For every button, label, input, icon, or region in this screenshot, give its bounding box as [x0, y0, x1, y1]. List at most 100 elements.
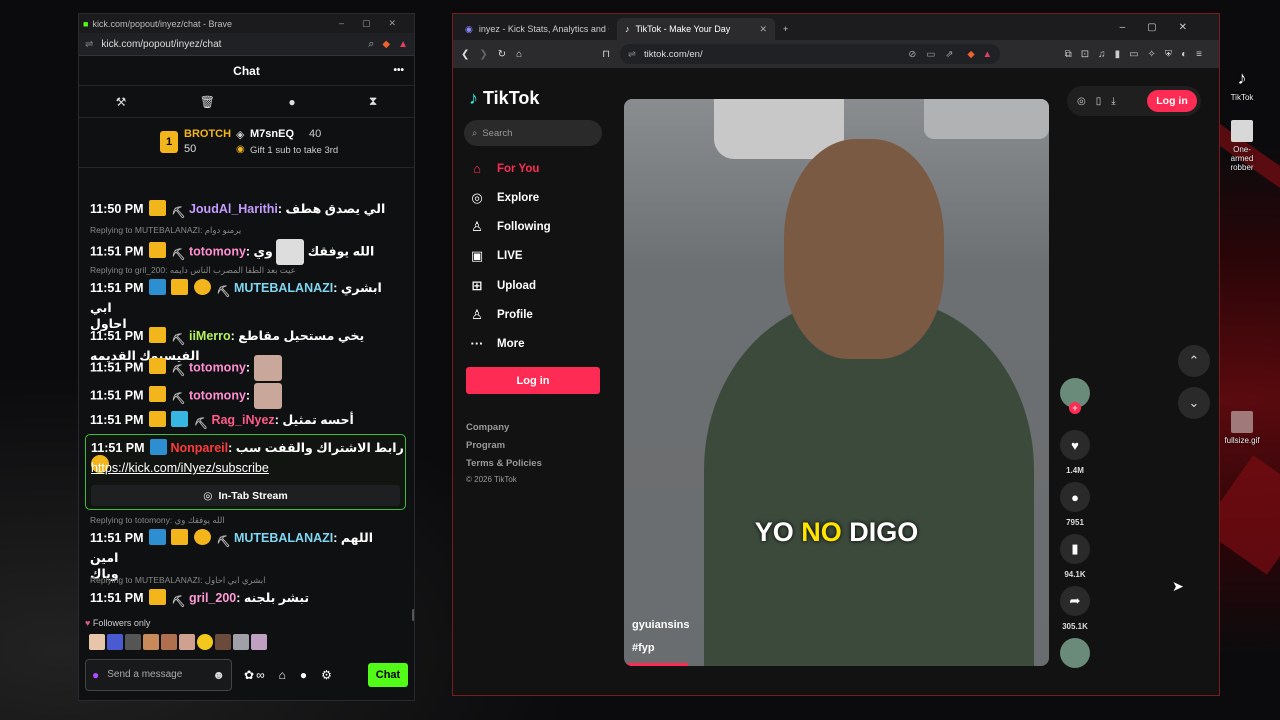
chat-username[interactable]: MUTEBALANAZI	[234, 531, 333, 545]
music-disc-icon[interactable]	[1060, 638, 1090, 668]
sidebar-login-button[interactable]: Log in	[466, 367, 600, 394]
device-icon[interactable]: ▯	[1096, 96, 1102, 107]
home-icon[interactable]: ⌂	[516, 49, 522, 60]
chat-username[interactable]: Rag_iNyez	[211, 413, 274, 427]
rank2-name[interactable]: M7snEQ	[250, 128, 294, 140]
emoji-picker-icon[interactable]: ☻	[212, 668, 225, 682]
trash-icon[interactable]: 🗑	[200, 95, 215, 109]
zoom-icon[interactable]: ⌕	[368, 38, 374, 51]
window-controls[interactable]: –▢✕	[339, 18, 414, 29]
forward-icon[interactable]: ❯	[479, 49, 487, 60]
save-action[interactable]: ▮ 94.1K	[1060, 534, 1090, 579]
emote-icon[interactable]	[197, 634, 213, 650]
top-login-button[interactable]: Log in	[1147, 90, 1197, 112]
hourglass-icon[interactable]: ⧗	[369, 94, 377, 109]
pinned-username[interactable]: Nonpareil	[170, 441, 228, 455]
emote-icon[interactable]	[215, 634, 231, 650]
emote-icon[interactable]	[143, 634, 159, 650]
comment-action[interactable]: ● 7951	[1060, 482, 1090, 527]
chat-username[interactable]: MUTEBALANAZI	[234, 281, 333, 295]
tiktok-logo[interactable]: ♪ TikTok	[469, 88, 539, 109]
address-actions-icon[interactable]: ⊘▭⇗	[908, 49, 963, 60]
site-info-icon[interactable]: ⇌	[628, 49, 636, 60]
nav-profile[interactable]: ♙ Profile	[469, 307, 533, 323]
emote-icon[interactable]	[233, 634, 249, 650]
bookmark-icon[interactable]: ▮	[1060, 534, 1090, 564]
address-bar[interactable]: ⇌ kick.com/popout/inyez/chat ⌕ ◆ ▲	[79, 33, 414, 56]
next-video-button[interactable]: ⌄	[1178, 387, 1210, 419]
video-username[interactable]: gyuiansins	[632, 619, 689, 631]
emote-icon[interactable]	[179, 634, 195, 650]
reply-context[interactable]: Replying to MUTEBALANAZI: ابشري ابي احاو…	[90, 575, 265, 586]
search-input[interactable]: ⌕ Search	[464, 120, 602, 146]
close-tab-icon[interactable]: ✕	[759, 24, 767, 35]
download-icon[interactable]: ⤓	[1111, 96, 1115, 107]
coin-icon[interactable]: ◎	[1077, 96, 1086, 107]
subscribe-link[interactable]: https://kick.com/iNyez/subscribe	[91, 461, 269, 475]
extension-icons[interactable]: ⧉⊡♫▮▭✧⛨◐≡	[1065, 49, 1211, 60]
brave-shield-icon[interactable]: ◆	[382, 39, 390, 50]
share-action[interactable]: ➦ 305.1K	[1060, 586, 1090, 631]
chat-username[interactable]: gril_200	[189, 591, 236, 605]
video-player[interactable]: YO NO DIGO gyuiansins #fyp	[624, 99, 1049, 666]
comment-icon[interactable]: ●	[1060, 482, 1090, 512]
in-tab-stream-button[interactable]: ◎ In-Tab Stream	[91, 485, 400, 506]
video-hashtag[interactable]: #fyp	[632, 642, 655, 654]
video-progress-bar[interactable]	[624, 663, 688, 666]
infinity-icon[interactable]: ∞	[256, 668, 265, 682]
window-controls[interactable]: –▢✕	[1120, 22, 1209, 33]
reply-context[interactable]: Replying to totomony: الله يوفقك وي	[90, 515, 225, 526]
like-action[interactable]: ♥ 1.4M	[1060, 430, 1090, 475]
emote-icon[interactable]	[107, 634, 123, 650]
settings-gear-icon[interactable]: ⚙	[321, 668, 332, 682]
chat-bubble-icon[interactable]: ●	[300, 668, 307, 682]
nav-upload[interactable]: ⊞ Upload	[469, 278, 536, 294]
chat-username[interactable]: totomony	[189, 244, 246, 258]
footer-terms[interactable]: Terms & Policies	[466, 458, 542, 469]
site-info-icon[interactable]: ⇌	[85, 39, 93, 50]
emote-icon[interactable]	[89, 634, 105, 650]
brave-rewards-icon[interactable]: ▲	[398, 39, 408, 50]
mic-icon[interactable]: ●	[92, 668, 99, 682]
desktop-icon-gif[interactable]: fullsize.gif	[1222, 411, 1262, 445]
url-text[interactable]: tiktok.com/en/	[644, 49, 703, 60]
tab-kick-stats[interactable]: ◉ inyez - Kick Stats, Analytics and Char	[457, 18, 617, 40]
footer-program[interactable]: Program	[466, 440, 505, 451]
nav-more[interactable]: ··· More	[469, 336, 525, 351]
new-tab-button[interactable]: +	[775, 18, 796, 40]
kick-logo-icon[interactable]: ✿	[244, 668, 254, 682]
reply-context[interactable]: Replying to MUTEBALANAZI: يرمنو دوام	[90, 225, 241, 236]
nav-following[interactable]: ♙ Following	[469, 219, 550, 235]
share-icon[interactable]: ➦	[1060, 586, 1090, 616]
chat-scrollbar[interactable]	[412, 609, 414, 621]
chat-menu-button[interactable]: •••	[393, 65, 404, 76]
send-chat-button[interactable]: Chat	[368, 662, 408, 687]
sound-disc[interactable]	[1060, 638, 1090, 674]
desktop-icon-tiktok[interactable]: ♪ TikTok	[1222, 68, 1262, 102]
chat-username[interactable]: JoudAl_Harithi	[189, 202, 278, 216]
tab-tiktok[interactable]: ♪ TikTok - Make Your Day ✕	[617, 18, 775, 40]
brave-shield-icon[interactable]: ◆	[967, 49, 974, 60]
creator-avatar[interactable]: +	[1060, 378, 1090, 414]
emote-icon[interactable]	[251, 634, 267, 650]
nav-for-you[interactable]: ⌂ For You	[469, 161, 539, 176]
footer-company[interactable]: Company	[466, 422, 509, 433]
nav-explore[interactable]: ◎ Explore	[469, 190, 539, 206]
store-icon[interactable]: ⌂	[279, 668, 286, 682]
heart-icon[interactable]: ♥	[1060, 430, 1090, 460]
emote-icon[interactable]	[161, 634, 177, 650]
hammer-icon[interactable]: ⚒	[116, 95, 127, 109]
chat-username[interactable]: totomony	[189, 360, 246, 374]
address-bar[interactable]: ⇌ tiktok.com/en/ ⊘▭⇗ ◆ ▲	[620, 44, 1001, 64]
reload-icon[interactable]: ↻	[498, 49, 506, 60]
chat-username[interactable]: totomony	[189, 388, 246, 402]
chat-input[interactable]: ● Send a message ☻	[85, 658, 232, 691]
emote-icon[interactable]	[125, 634, 141, 650]
chat-bubble-icon[interactable]: ●	[288, 95, 295, 109]
rank1-name[interactable]: BROTCH	[184, 128, 231, 140]
reply-context[interactable]: Replying to gril_200: عيت بعد الطفا المص…	[90, 265, 296, 276]
prev-video-button[interactable]: ⌃	[1178, 345, 1210, 377]
chat-username[interactable]: iiMerro	[189, 329, 231, 343]
brave-rewards-icon[interactable]: ▲	[983, 49, 992, 60]
back-icon[interactable]: ❮	[461, 49, 469, 60]
